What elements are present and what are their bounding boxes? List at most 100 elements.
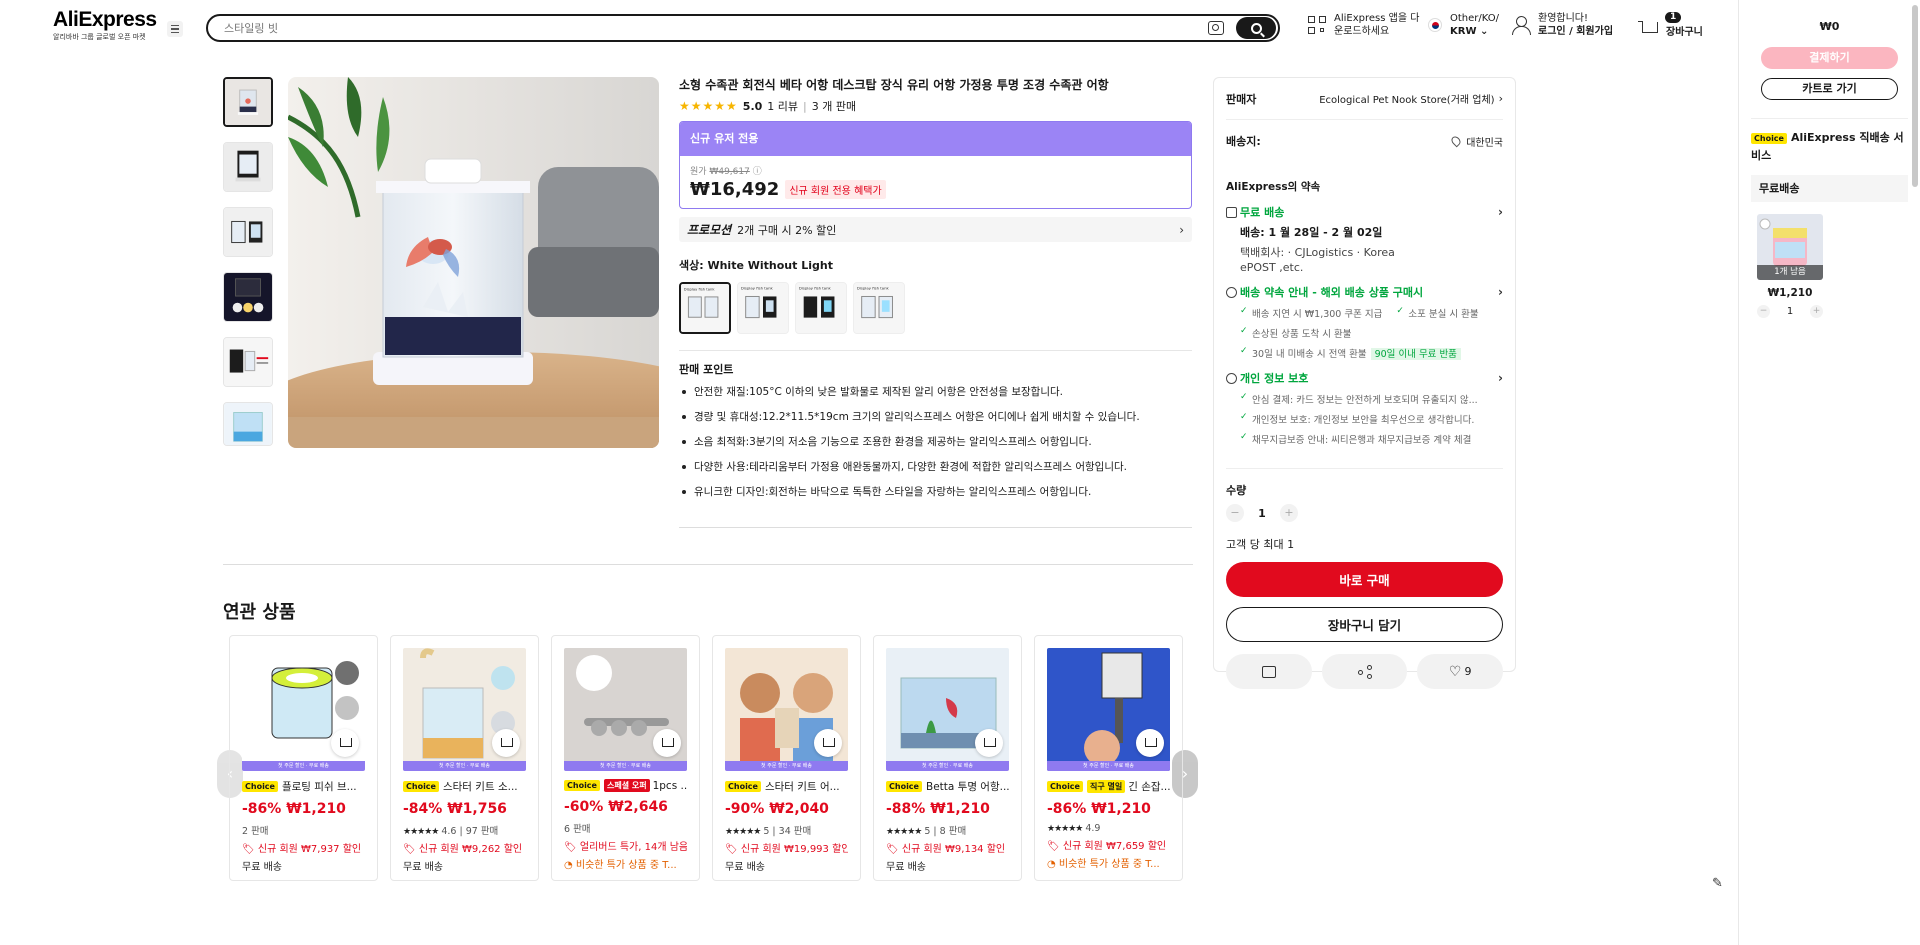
product-name[interactable]: Choice 스타터 키트 소... (403, 779, 526, 794)
thumbnail-6[interactable] (223, 402, 273, 446)
info-icon[interactable]: ⓘ (753, 167, 762, 177)
reviews-link[interactable]: 1 리뷰 (767, 98, 798, 114)
go-to-cart-button[interactable]: 카트로 가기 (1761, 78, 1898, 100)
chevron-right-icon: › (1498, 92, 1503, 105)
card-promo-strip: 첫 주문 할인 · 무료 배송 (242, 761, 365, 771)
truck-icon (1226, 206, 1237, 218)
related-product-card[interactable]: 첫 주문 할인 · 무료 배송 Choice 직구 멸일 긴 손잡... -86% … (1034, 635, 1183, 881)
product-image[interactable]: 첫 주문 할인 · 무료 배송 (886, 648, 1009, 771)
promotion-label: 프로모션 (687, 223, 732, 237)
add-to-cart-icon[interactable] (492, 729, 520, 757)
add-to-cart-icon[interactable] (653, 729, 681, 757)
cart-item-image[interactable]: 1개 남음 (1757, 214, 1823, 280)
locale-line1: Other/KO/ (1450, 13, 1500, 24)
guarantee-title: 배송 약속 안내 - 해외 배송 상품 구매시 (1240, 286, 1424, 299)
main-product-image[interactable] (288, 77, 659, 448)
promise-title: AliExpress의 약속 (1226, 181, 1321, 193)
checkout-button[interactable]: 결제하기 (1761, 47, 1898, 69)
delivery-guarantee-section[interactable]: 배송 약속 안내 - 해외 배송 상품 구매시 › 배송 지연 시 ₩1,300 … (1226, 284, 1503, 360)
camera-search-icon[interactable] (1208, 21, 1224, 35)
cart-qty-increase[interactable]: + (1810, 305, 1823, 318)
product-name[interactable]: Choice Betta 투명 어항... (886, 779, 1009, 794)
seller-row[interactable]: 판매자 Ecological Pet Nook Store(거래 업체) › (1226, 78, 1503, 120)
menu-icon[interactable] (167, 21, 183, 37)
selling-point: 유니크한 디자인:회전하는 바닥으로 독특한 스타일을 자랑하는 알리익스프레스… (679, 485, 1192, 499)
product-name[interactable]: Choice 스페셜 오퍼 1pcs ... (564, 779, 687, 792)
star-rating-icon: ★★★★★ (725, 827, 761, 837)
search-button[interactable] (1236, 17, 1276, 39)
product-image[interactable]: 첫 주문 할인 · 무료 배송 (1047, 648, 1170, 771)
chevron-right-icon: › (1498, 371, 1503, 385)
product-image[interactable]: 첫 주문 할인 · 무료 배송 (564, 648, 687, 771)
card-promo: 🏷 신규 회원 ₩7,659 할인 (1047, 841, 1167, 852)
search-input[interactable] (208, 16, 1208, 40)
buy-now-button[interactable]: 바로 구매 (1226, 562, 1503, 597)
thumbnail-4[interactable] (223, 272, 273, 322)
account-menu[interactable]: 환영합니다! 로그인 / 회원가입 (1512, 12, 1613, 38)
color-option-4[interactable]: Display fish tank (853, 282, 905, 334)
svg-text:Display fish tank: Display fish tank (857, 286, 890, 291)
color-option-1[interactable]: Display fish tank (679, 282, 731, 334)
color-label: 색상: White Without Light (679, 259, 833, 272)
wishlist-button[interactable]: ♡ 9 (1417, 654, 1504, 689)
thumbnail-1[interactable] (223, 77, 273, 127)
app-download[interactable]: AliExpress 앱을 다 운로드하세요 (1308, 12, 1419, 38)
privacy-item: 안심 결제: 카드 정보는 안전하게 보호되며 유출되지 않... (1226, 392, 1503, 406)
selling-points: 판매 포인트 안전한 재질:105°C 이하의 낮은 발화물로 제작된 알리 어… (679, 350, 1192, 499)
shipping-section[interactable]: 무료 배송 › 배송: 1 월 28일 - 2 월 02일 택배회사: · CJL… (1226, 204, 1503, 274)
quantity-decrease-button[interactable]: − (1226, 504, 1244, 522)
product-price: -86% ₩1,210 (1047, 801, 1151, 817)
share-button[interactable] (1321, 654, 1408, 689)
clock-icon (1226, 286, 1237, 298)
related-product-card[interactable]: 첫 주문 할인 · 무료 배송 Choice 스타터 키트 소... -84% ₩… (390, 635, 539, 881)
product-image[interactable]: 첫 주문 할인 · 무료 배송 (725, 648, 848, 771)
thumbnail-5[interactable] (223, 337, 273, 387)
product-price: -86% ₩1,210 (242, 801, 346, 817)
card-promo: 🏷 얼리버드 특가, 14개 남음 (564, 842, 687, 853)
related-product-card[interactable]: 첫 주문 할인 · 무료 배송 Choice 스타터 키트 어... -90% ₩… (712, 635, 861, 881)
sale-price: ₩16,492 (690, 179, 780, 200)
quantity-increase-button[interactable]: + (1280, 504, 1298, 522)
chevron-down-icon: ⌄ (1479, 26, 1489, 37)
related-product-card[interactable]: 첫 주문 할인 · 무료 배송 Choice 스페셜 오퍼 1pcs ... -60… (551, 635, 700, 881)
top-header: AliExpress 알리바바 그룹 글로벌 오픈 마켓 AliExpress … (0, 0, 1738, 54)
product-name[interactable]: Choice 플로팅 피쉬 브... (242, 779, 365, 794)
seller-name[interactable]: Ecological Pet Nook Store(거래 업체) (1319, 91, 1494, 106)
store-button[interactable] (1226, 654, 1312, 689)
add-to-cart-icon[interactable] (331, 729, 359, 757)
product-name[interactable]: Choice 스타터 키트 어... (725, 779, 848, 794)
quantity-value[interactable]: 1 (1244, 507, 1280, 520)
aliexpress-logo[interactable]: AliExpress 알리바바 그룹 글로벌 오픈 마켓 (53, 9, 157, 42)
product-image[interactable]: 첫 주문 할인 · 무료 배송 (242, 648, 365, 771)
card-promo: 🏷 신규 회원 ₩9,262 할인 (403, 844, 523, 855)
product-image[interactable]: 첫 주문 할인 · 무료 배송 (403, 648, 526, 771)
color-option-2[interactable]: Display fish tank (737, 282, 789, 334)
cart-qty-decrease[interactable]: − (1757, 305, 1770, 318)
star-rating-icon: ★★★★★ (403, 827, 439, 837)
product-name[interactable]: Choice 직구 멸일 긴 손잡... (1047, 779, 1170, 794)
promotion-text: 2개 구매 시 2% 할인 (737, 223, 837, 237)
thumbnail-2[interactable] (223, 142, 273, 192)
logo-subtitle: 알리바바 그룹 글로벌 오픈 마켓 (53, 33, 146, 41)
selling-point: 안전한 재질:105°C 이하의 낮은 발화물로 제작된 알리 어항은 안전성을… (679, 385, 1192, 399)
heart-icon: ♡ (1448, 663, 1462, 680)
add-to-cart-icon[interactable] (814, 729, 842, 757)
free-return-tag: 90일 이내 무료 반품 (1370, 348, 1461, 360)
related-product-card[interactable]: 첫 주문 할인 · 무료 배송 Choice 플로팅 피쉬 브... -86% ₩… (229, 635, 378, 881)
color-option-3[interactable]: Display fish tank (795, 282, 847, 334)
location-pin-icon (1449, 134, 1463, 147)
chevron-right-icon: › (1179, 222, 1184, 237)
thumbnail-3[interactable] (223, 207, 273, 257)
add-to-cart-button[interactable]: 장바구니 담기 (1226, 607, 1503, 642)
locale-selector[interactable]: Other/KO/KRW ⌄ (1428, 12, 1499, 38)
ship-to-row[interactable]: 배송지: 대한민국 (1226, 120, 1503, 162)
original-price-label: 원가 (690, 167, 707, 177)
add-to-cart-icon[interactable] (975, 729, 1003, 757)
promotion-bar[interactable]: 프로모션 2개 구매 시 2% 할인 › (679, 217, 1192, 242)
add-to-cart-icon[interactable] (1136, 729, 1164, 757)
sidebar-scrollbar[interactable] (1912, 5, 1918, 187)
product-price: -84% ₩1,756 (403, 801, 507, 817)
privacy-section[interactable]: 개인 정보 보호 › 안심 결제: 카드 정보는 안전하게 보호되며 유출되지 않… (1226, 370, 1503, 446)
related-product-card[interactable]: 첫 주문 할인 · 무료 배송 Choice Betta 투명 어항... -88… (873, 635, 1022, 881)
edit-pencil-icon[interactable]: ✎ (1712, 876, 1723, 891)
